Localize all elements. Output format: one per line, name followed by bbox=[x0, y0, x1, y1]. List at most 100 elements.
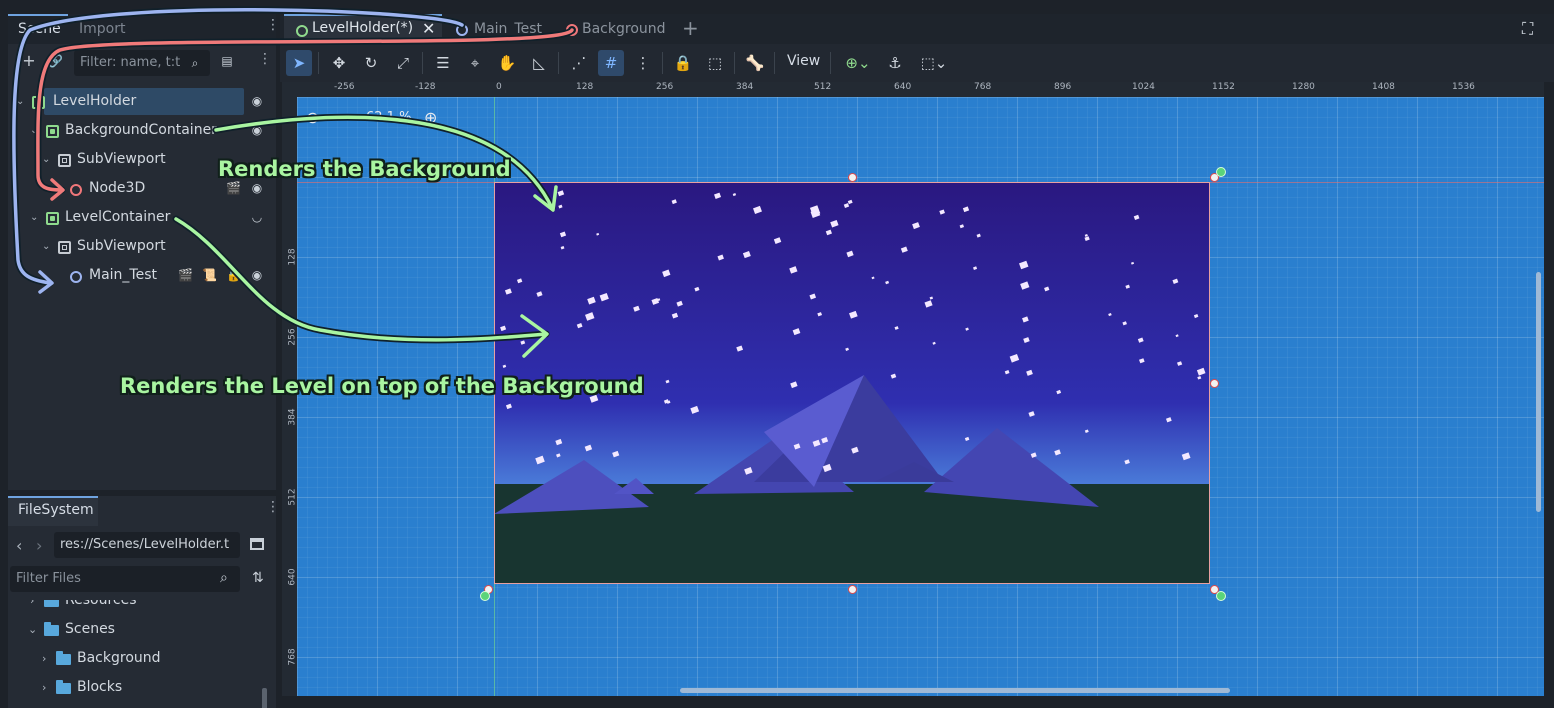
anchor-handle[interactable] bbox=[1216, 167, 1226, 177]
horizontal-scrollbar[interactable] bbox=[680, 688, 1230, 693]
resize-handle[interactable] bbox=[848, 585, 857, 594]
tab-background[interactable]: Background bbox=[566, 14, 676, 44]
add-node-dropdown-icon[interactable]: ⊕⌄ bbox=[838, 50, 878, 76]
pan-mode-icon[interactable]: ✋ bbox=[494, 50, 520, 76]
tree-item-levelcontainer[interactable]: ⌄ LevelContainer ◡ bbox=[8, 203, 276, 232]
move-mode-icon[interactable]: ✥ bbox=[326, 50, 352, 76]
resize-handle[interactable] bbox=[848, 173, 857, 182]
visibility-eye-icon[interactable]: ◡ bbox=[250, 210, 264, 224]
ruler-label: 384 bbox=[287, 408, 298, 426]
scene-dock: Scene Import ⋮ + 🔗 Filter: name, t:t ⌕ ▤… bbox=[8, 14, 280, 490]
resize-handle[interactable] bbox=[1210, 379, 1219, 388]
tab-main-test[interactable]: Main_Test bbox=[456, 14, 556, 44]
ruler-label: 1024 bbox=[1132, 82, 1155, 92]
sort-icon[interactable]: ⇅ bbox=[252, 570, 264, 586]
tree-item-label: LevelHolder bbox=[53, 93, 137, 109]
collapse-toggle[interactable]: ⌄ bbox=[28, 615, 37, 644]
container-sizing-icon[interactable]: ⬚⌄ bbox=[914, 50, 954, 76]
close-icon[interactable]: ✕ bbox=[422, 19, 435, 38]
tree-item-label: Node3D bbox=[89, 180, 146, 196]
file-tree-label: Background bbox=[77, 650, 161, 666]
file-tree-item[interactable]: ⌄ Scenes bbox=[8, 615, 268, 644]
tree-item-backgroundcontainer[interactable]: ⌄ BackgroundContainer ◉ bbox=[8, 116, 276, 145]
filter-files-input[interactable]: Filter Files bbox=[10, 566, 240, 592]
search-icon: ⌕ bbox=[191, 56, 199, 70]
smart-snap-icon[interactable]: ⋰ bbox=[566, 50, 592, 76]
visibility-eye-icon[interactable]: ◉ bbox=[250, 123, 264, 137]
file-tree-label: Resources bbox=[65, 600, 137, 608]
tab-label: LevelHolder(*) bbox=[312, 20, 414, 36]
filesystem-tab[interactable]: FileSystem bbox=[8, 496, 98, 526]
distraction-free-icon[interactable]: ⛶ bbox=[1522, 19, 1533, 39]
collapse-toggle[interactable]: ⌄ bbox=[42, 232, 50, 261]
tab-levelholder[interactable]: LevelHolder(*) ✕ bbox=[284, 14, 442, 44]
tree-item-label: Main_Test bbox=[89, 267, 157, 283]
collapse-toggle[interactable]: ⌄ bbox=[30, 116, 38, 145]
vertical-scrollbar[interactable] bbox=[1536, 272, 1541, 512]
tree-item-main-test[interactable]: Main_Test 🎬 📜 🔒 ◉ bbox=[8, 261, 276, 290]
filesystem-title: FileSystem bbox=[18, 502, 94, 518]
zoom-in-icon[interactable]: ⊕ bbox=[424, 108, 437, 127]
group-icon[interactable]: ⬚ bbox=[702, 50, 728, 76]
file-tree-item[interactable]: › Background bbox=[8, 644, 268, 673]
file-tree: › Resources ⌄ Scenes › Background › Bloc… bbox=[8, 600, 268, 708]
visibility-eye-icon[interactable]: ◉ bbox=[250, 268, 264, 282]
forward-icon[interactable]: › bbox=[36, 536, 42, 555]
view-menu-button[interactable]: View bbox=[787, 53, 820, 69]
tree-item-levelholder[interactable]: ⌄ LevelHolder ◉ bbox=[8, 87, 276, 116]
add-node-icon[interactable]: + bbox=[22, 53, 36, 69]
folder-icon bbox=[56, 680, 71, 694]
skeleton-icon[interactable]: 🦴 bbox=[742, 50, 768, 76]
ruler-label: 128 bbox=[287, 248, 298, 266]
collapse-toggle[interactable]: › bbox=[42, 644, 46, 673]
select-mode-icon[interactable]: ➤ bbox=[286, 50, 312, 76]
grid-snap-icon[interactable]: # bbox=[598, 50, 624, 76]
visibility-eye-icon[interactable]: ◉ bbox=[250, 181, 264, 195]
scrollbar[interactable] bbox=[262, 688, 267, 708]
pivot-mode-icon[interactable]: ⌖ bbox=[462, 50, 488, 76]
split-mode-icon[interactable] bbox=[250, 538, 264, 550]
collapse-toggle[interactable]: ⌄ bbox=[42, 145, 50, 174]
filesystem-menu-icon[interactable]: ⋮ bbox=[266, 500, 280, 514]
back-icon[interactable]: ‹ bbox=[16, 536, 22, 555]
collapse-toggle[interactable]: › bbox=[42, 673, 46, 702]
anchor-handle[interactable] bbox=[1216, 591, 1226, 601]
tab-import[interactable]: Import bbox=[79, 14, 125, 44]
visibility-eye-icon[interactable]: ◉ bbox=[250, 94, 264, 108]
control-node-icon bbox=[296, 25, 308, 37]
snap-options-icon[interactable]: ⋮ bbox=[630, 50, 656, 76]
anchor-icon[interactable]: ⚓ bbox=[882, 50, 908, 76]
ruler-label: 384 bbox=[736, 82, 754, 92]
zoom-out-icon[interactable]: ⊖ bbox=[306, 108, 319, 127]
instance-scene-icon[interactable]: 🔗 bbox=[48, 54, 63, 68]
file-tree-item[interactable]: › Blocks bbox=[8, 673, 268, 702]
ruler-mode-icon[interactable]: ◺ bbox=[526, 50, 552, 76]
attach-script-icon[interactable]: ▤ bbox=[220, 54, 234, 68]
list-select-icon[interactable]: ☰ bbox=[430, 50, 456, 76]
collapse-toggle[interactable]: ⌄ bbox=[30, 203, 38, 232]
anchor-handle[interactable] bbox=[480, 591, 490, 601]
file-tree-item[interactable]: › Resources bbox=[8, 600, 268, 615]
canvas-toolbar: ➤ ✥ ↻ ⤢ ☰ ⌖ ✋ ◺ ⋰ # ⋮ 🔒 ⬚ 🦴 View ⊕⌄ ⚓ ⬚⌄ bbox=[280, 44, 1554, 82]
node3d-icon bbox=[70, 184, 82, 196]
lock-icon[interactable]: 🔒 bbox=[670, 50, 696, 76]
tab-scene[interactable]: Scene bbox=[18, 14, 61, 44]
tab-label: Main_Test bbox=[474, 21, 542, 37]
add-tab-icon[interactable]: + bbox=[682, 16, 699, 40]
collapse-toggle[interactable]: › bbox=[30, 600, 34, 615]
scale-mode-icon[interactable]: ⤢ bbox=[390, 50, 416, 76]
annotation-background: Renders the Background bbox=[218, 157, 511, 181]
path-field[interactable]: res://Scenes/LevelHolder.t bbox=[54, 532, 240, 558]
toolbar-separator bbox=[830, 52, 831, 74]
script-icon[interactable]: 📜 bbox=[202, 268, 217, 282]
dock-menu-icon[interactable]: ⋮ bbox=[266, 18, 280, 32]
lock-icon[interactable]: 🔒 bbox=[226, 268, 241, 282]
open-in-editor-icon[interactable]: 🎬 bbox=[178, 268, 193, 282]
tree-item-subviewport-2[interactable]: ⌄ SubViewport bbox=[8, 232, 276, 261]
collapse-toggle[interactable]: ⌄ bbox=[16, 87, 24, 116]
scene-tree-menu-icon[interactable]: ⋮ bbox=[258, 52, 272, 66]
rotate-mode-icon[interactable]: ↻ bbox=[358, 50, 384, 76]
zoom-level[interactable]: 62.1 % bbox=[366, 110, 411, 125]
ruler-label: 0 bbox=[496, 82, 502, 92]
open-in-editor-icon[interactable]: 🎬 bbox=[226, 181, 241, 195]
